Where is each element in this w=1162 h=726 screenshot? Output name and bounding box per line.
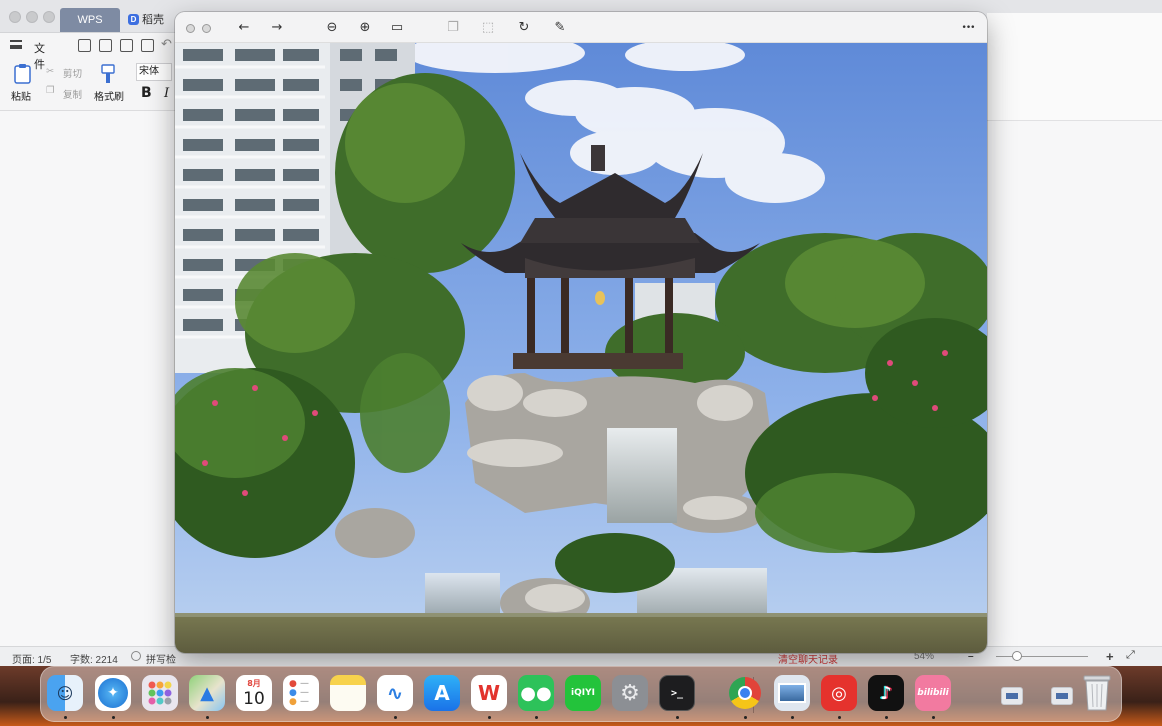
trash-icon[interactable]: [1077, 671, 1117, 713]
tab-docer[interactable]: D 稻壳: [126, 8, 164, 32]
chrome-running-dot: [744, 716, 747, 719]
font-name-select[interactable]: 宋体: [136, 63, 172, 81]
app-store-icon[interactable]: A: [424, 675, 460, 711]
calendar-month: 8月: [247, 679, 261, 688]
preview-close-button[interactable]: [186, 24, 195, 33]
wechat-running-dot: [535, 716, 538, 719]
wechat-icon[interactable]: ●●: [518, 675, 554, 711]
maps-icon[interactable]: ▲: [189, 675, 225, 711]
word-count[interactable]: 字数: 2214: [70, 651, 118, 666]
fit-icon[interactable]: ▭: [387, 18, 407, 38]
wps-minimize-button[interactable]: [26, 11, 38, 23]
tiktok-icon[interactable]: ♪: [868, 675, 904, 711]
calendar-icon[interactable]: 8月 10: [236, 675, 272, 711]
wps-office-icon[interactable]: W: [471, 675, 507, 711]
tiktok-running-dot: [885, 716, 888, 719]
preview-minimize-button[interactable]: [202, 24, 211, 33]
pavilion-photo: [175, 43, 987, 653]
freeform-running-dot: [394, 716, 397, 719]
minimized-window-2[interactable]: [1051, 687, 1073, 705]
italic-button[interactable]: I: [164, 86, 169, 101]
netease-running-dot: [838, 716, 841, 719]
terminal-label: >_: [670, 687, 684, 699]
copy-icon: ❐: [46, 85, 55, 96]
minimized-window-1[interactable]: [1001, 687, 1023, 705]
scissors-icon: ✂: [46, 66, 54, 77]
preview-app-icon[interactable]: [774, 675, 810, 711]
reminders-icon[interactable]: ● — ● — ● —: [283, 675, 319, 711]
wps-zoom-button[interactable]: [43, 11, 55, 23]
page-icon[interactable]: ❐: [443, 18, 463, 38]
iqiyi-label: iQIYI: [571, 688, 595, 698]
safari-running-dot: [112, 716, 115, 719]
wps-close-button[interactable]: [9, 11, 21, 23]
bilibili-icon[interactable]: bilibili: [915, 675, 951, 711]
zoom-in-button[interactable]: +: [1106, 649, 1114, 664]
zoom-slider[interactable]: [996, 656, 1088, 657]
forward-icon[interactable]: →: [267, 18, 287, 38]
maps-running-dot: [206, 716, 209, 719]
bilibili-label: bilibili: [917, 688, 949, 698]
rotate-icon[interactable]: ↻: [514, 18, 534, 38]
notes-icon[interactable]: [330, 675, 366, 711]
spellcheck-icon: [131, 651, 141, 661]
chat-hint-text[interactable]: 清空聊天记录: [778, 651, 838, 666]
calendar-day: 10: [243, 689, 265, 709]
hamburger-icon: [10, 40, 22, 49]
dock: ☺ ✦ ▲ 8月 10 ● — ● — ● — ∿ A W ●● iQIYI ⚙…: [40, 666, 1122, 722]
spellcheck-status[interactable]: 拼写检: [146, 651, 176, 666]
tab-docer-label: 稻壳: [142, 14, 164, 26]
print-preview-icon[interactable]: [141, 39, 154, 52]
fullscreen-icon[interactable]: ⤢: [1126, 649, 1135, 662]
finder-running-dot: [64, 716, 67, 719]
paste-label: 粘贴: [11, 92, 31, 103]
more-icon[interactable]: •••: [958, 18, 978, 38]
crop-select-icon[interactable]: ⬚: [478, 18, 498, 38]
file-menu-label: 文件: [34, 43, 45, 71]
right-panel: [987, 13, 1162, 121]
docer-icon: D: [128, 14, 139, 25]
markup-icon[interactable]: ✎: [550, 18, 570, 38]
bold-button[interactable]: B: [141, 85, 152, 101]
terminal-icon[interactable]: >_: [659, 675, 695, 711]
clipboard-icon: [14, 64, 31, 84]
photo-view[interactable]: [175, 43, 987, 653]
page-indicator: 页面: 1/5: [12, 655, 52, 666]
export-icon[interactable]: [99, 39, 112, 52]
brush-icon: [101, 64, 115, 83]
terminal-running-dot: [676, 716, 679, 719]
safari-icon[interactable]: ✦: [95, 675, 131, 711]
back-icon[interactable]: ←: [234, 18, 254, 38]
cut-button[interactable]: 剪切: [63, 66, 82, 80]
zoom-slider-knob[interactable]: [1012, 651, 1022, 661]
undo-icon[interactable]: ↶: [161, 37, 172, 52]
netease-music-icon[interactable]: ◎: [821, 675, 857, 711]
launchpad-icon[interactable]: [142, 675, 178, 711]
system-settings-icon[interactable]: ⚙: [612, 675, 648, 711]
freeform-icon[interactable]: ∿: [377, 675, 413, 711]
preview-running-dot: [791, 716, 794, 719]
preview-window: ← → ⊖ ⊕ ▭ ❐ ⬚ ↻ ✎ •••: [175, 12, 987, 653]
tab-wps[interactable]: WPS: [60, 8, 120, 32]
copy-button[interactable]: 复制: [63, 87, 82, 101]
chrome-icon[interactable]: [727, 675, 763, 711]
finder-icon[interactable]: ☺: [47, 675, 83, 711]
wps-running-dot: [488, 716, 491, 719]
bilibili-running-dot: [932, 716, 935, 719]
format-painter-label: 格式刷: [94, 92, 124, 103]
iqiyi-icon[interactable]: iQIYI: [565, 675, 601, 711]
zoom-out-icon[interactable]: ⊖: [322, 18, 342, 38]
zoom-in-icon[interactable]: ⊕: [355, 18, 375, 38]
wps-office-label: W: [477, 681, 501, 705]
print-icon[interactable]: [120, 39, 133, 52]
preview-toolbar: ← → ⊖ ⊕ ▭ ❐ ⬚ ↻ ✎ •••: [175, 12, 987, 43]
save-icon[interactable]: [78, 39, 91, 52]
